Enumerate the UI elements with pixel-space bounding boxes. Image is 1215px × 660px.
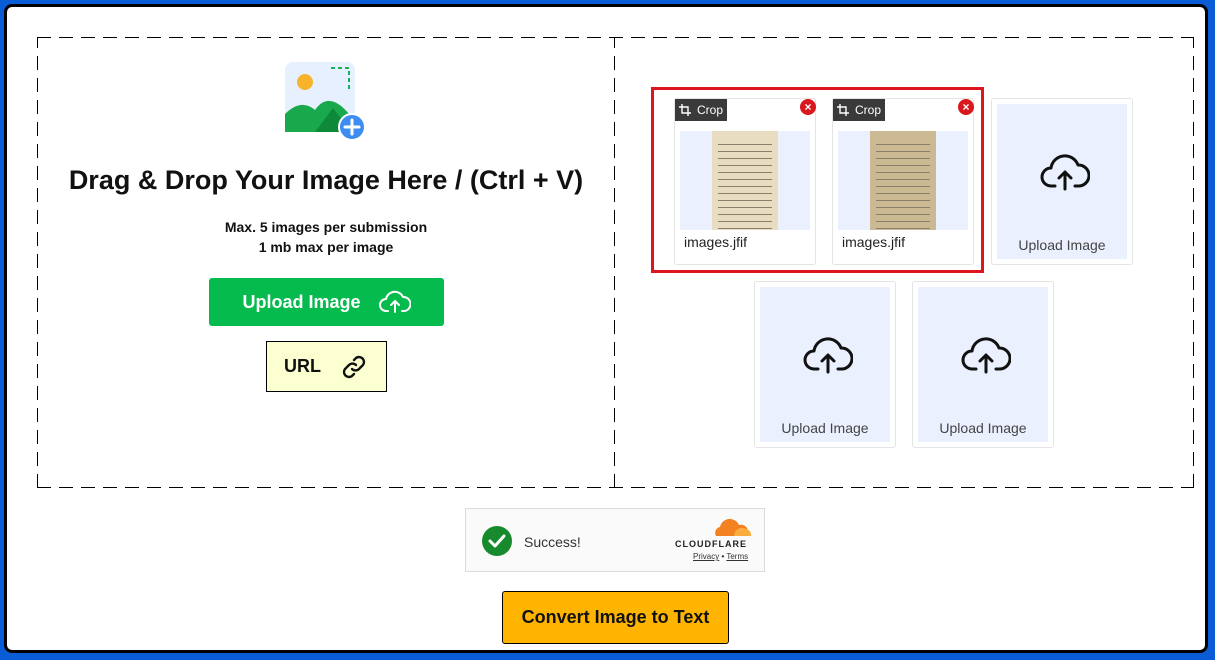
image-count-limit: Max. 5 images per submission: [224, 219, 428, 235]
upload-slot-label: Upload Image: [1018, 237, 1106, 253]
app-frame: Drag & Drop Your Image Here / (Ctrl + V)…: [4, 4, 1208, 653]
success-check-icon: [482, 526, 512, 556]
privacy-link[interactable]: Privacy: [693, 552, 719, 561]
upload-slot[interactable]: Upload Image: [754, 281, 896, 448]
crop-icon: [678, 104, 691, 116]
document-page-thumbnail: [712, 131, 778, 230]
convert-image-button[interactable]: Convert Image to Text: [502, 591, 729, 644]
upload-slot-label: Upload Image: [939, 420, 1027, 436]
image-preview: [680, 131, 810, 230]
add-image-icon: [285, 62, 366, 141]
dropzone-headline: Drag & Drop Your Image Here / (Ctrl + V): [68, 165, 584, 195]
terms-link[interactable]: Terms: [726, 552, 748, 561]
captcha-status: Success!: [524, 534, 581, 550]
cloudflare-brand: CLOUDFLARE: [675, 539, 747, 549]
image-thumbnail-card: Crop × images.jfif: [674, 98, 816, 265]
image-filename: images.jfif: [684, 234, 748, 250]
upload-image-button[interactable]: Upload Image: [209, 278, 444, 326]
upload-button-label: Upload Image: [242, 291, 361, 312]
crop-button[interactable]: Crop: [675, 99, 727, 121]
cloud-upload-icon: [803, 337, 853, 374]
cloud-upload-icon: [1040, 154, 1090, 191]
document-page-thumbnail: [870, 131, 936, 230]
cloudflare-logo-icon: [715, 519, 752, 536]
remove-image-button[interactable]: ×: [800, 99, 816, 115]
remove-image-button[interactable]: ×: [958, 99, 974, 115]
image-filename: images.jfif: [842, 234, 906, 250]
captcha-widget: Success! CLOUDFLARE Privacy • Terms: [465, 508, 765, 572]
crop-icon: [836, 104, 849, 116]
upload-slot-label: Upload Image: [781, 420, 869, 436]
captcha-links: Privacy • Terms: [693, 552, 748, 561]
upload-slot-area: Upload Image: [918, 287, 1048, 442]
upload-slot[interactable]: Upload Image: [912, 281, 1054, 448]
url-button-label: URL: [284, 356, 321, 376]
image-dropzone[interactable]: Drag & Drop Your Image Here / (Ctrl + V)…: [37, 37, 1194, 488]
url-button[interactable]: URL: [266, 341, 387, 392]
link-separator: •: [721, 552, 725, 561]
dropzone-divider: [614, 37, 615, 488]
image-size-limit: 1 mb max per image: [258, 239, 394, 255]
cloud-upload-icon: [378, 290, 411, 313]
link-icon: [342, 355, 366, 378]
upload-slot-area: Upload Image: [997, 104, 1127, 259]
crop-button[interactable]: Crop: [833, 99, 885, 121]
image-preview: [838, 131, 968, 230]
cloud-upload-icon: [961, 337, 1011, 374]
image-thumbnail-card: Crop × images.jfif: [832, 98, 974, 265]
upload-slot-area: Upload Image: [760, 287, 890, 442]
upload-slot[interactable]: Upload Image: [991, 98, 1133, 265]
